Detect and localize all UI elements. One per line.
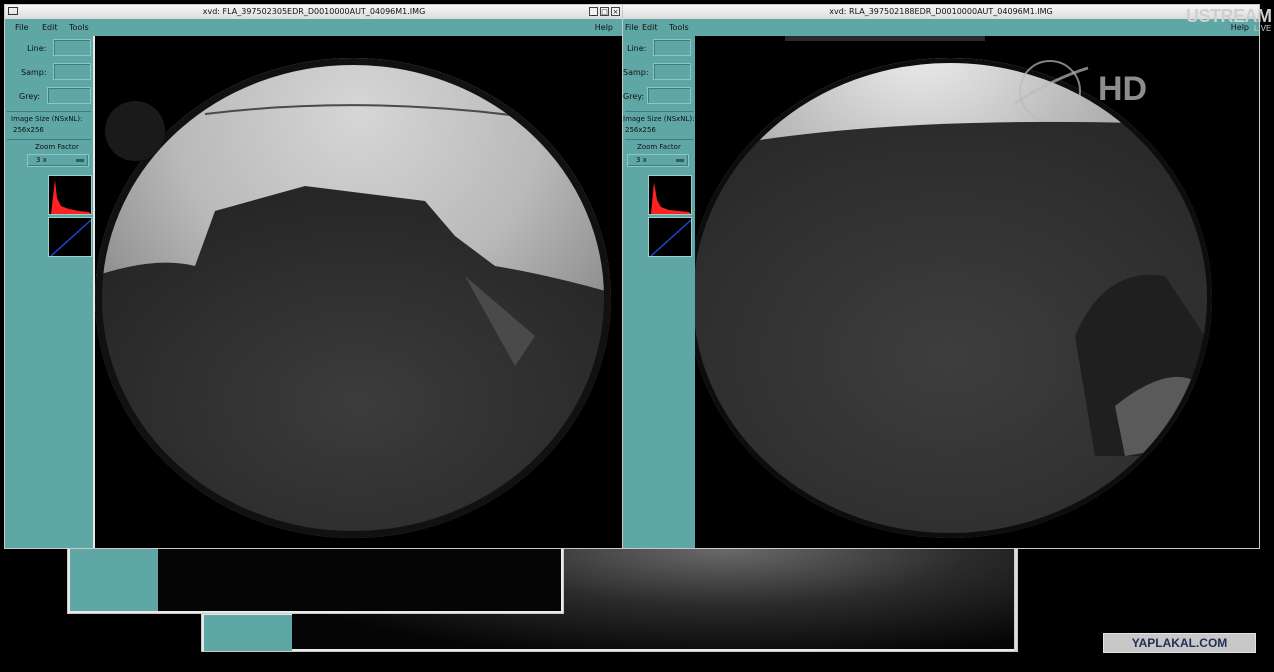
menu-file[interactable]: File xyxy=(625,19,638,36)
panel-divider xyxy=(7,139,91,140)
menu-bar: File Edit Tools Help xyxy=(5,19,623,36)
image-size-label: Image Size (NSxNL): xyxy=(623,115,695,123)
menu-help[interactable]: Help xyxy=(595,19,613,36)
chevron-down-icon xyxy=(676,159,684,162)
histogram-chart-icon xyxy=(651,182,691,214)
stretch-curve-display xyxy=(48,217,92,257)
menu-edit[interactable]: Edit xyxy=(42,19,58,36)
grey-field[interactable] xyxy=(647,87,691,104)
samp-field[interactable] xyxy=(653,63,691,80)
window-controls: _ □ × xyxy=(587,7,620,17)
menu-tools[interactable]: Tools xyxy=(669,19,689,36)
window-title-bar[interactable]: xvd: RLA_397502188EDR_D0010000AUT_04096M… xyxy=(623,5,1259,20)
histogram-chart-icon xyxy=(51,180,91,214)
zoom-factor-value: 3 x xyxy=(36,156,47,164)
image-size-value: 256x256 xyxy=(13,126,44,134)
panel-divider xyxy=(7,111,91,112)
background-window-1-viewport xyxy=(158,549,561,611)
samp-field[interactable] xyxy=(53,63,91,80)
line-field[interactable] xyxy=(653,39,691,56)
maximize-icon[interactable]: □ xyxy=(600,7,609,16)
yaplakal-watermark: YAPLAKAL.COM xyxy=(1103,633,1256,653)
line-field[interactable] xyxy=(53,39,91,56)
nasa-logo-icon xyxy=(1014,60,1089,122)
chevron-down-icon xyxy=(76,159,84,162)
close-icon[interactable]: × xyxy=(611,7,620,16)
background-window-2-panel xyxy=(204,615,292,651)
grey-label: Grey: xyxy=(19,92,41,101)
image-size-label: Image Size (NSxNL): xyxy=(11,115,83,123)
background-window-1[interactable] xyxy=(67,548,564,614)
window-title: xvd: FLA_397502305EDR_D0010000AUT_04096M… xyxy=(202,7,426,16)
menu-edit[interactable]: Edit xyxy=(642,19,658,36)
line-label: Line: xyxy=(27,44,47,53)
control-panel: Line: Samp: Grey: Image Size (NSxNL): 25… xyxy=(5,36,93,548)
samp-label: Samp: xyxy=(623,68,649,77)
line-label: Line: xyxy=(627,44,647,53)
grey-field[interactable] xyxy=(47,87,91,104)
window-title-bar[interactable]: xvd: FLA_397502305EDR_D0010000AUT_04096M… xyxy=(5,5,623,20)
minimize-icon[interactable]: _ xyxy=(589,7,598,16)
xvd-window-front-camera[interactable]: xvd: FLA_397502305EDR_D0010000AUT_04096M… xyxy=(4,4,624,549)
menu-tools[interactable]: Tools xyxy=(69,19,89,36)
zoom-factor-select[interactable]: 3 x xyxy=(627,154,689,167)
window-menu-icon[interactable] xyxy=(8,7,18,15)
stretch-curve-display xyxy=(648,217,692,257)
ustream-live-label: LIVE xyxy=(1254,24,1272,33)
stretch-curve-icon xyxy=(50,219,91,256)
control-panel: Line: Samp: Grey: Image Size (NSxNL): 25… xyxy=(623,36,695,548)
grey-label: Grey: xyxy=(623,92,645,101)
menu-bar: File Edit Tools Help xyxy=(623,19,1259,36)
stretch-curve-icon xyxy=(650,219,691,256)
zoom-factor-label: Zoom Factor xyxy=(637,143,681,151)
zoom-factor-value: 3 x xyxy=(636,156,647,164)
rear-hazcam-image xyxy=(695,36,1259,548)
hd-badge: HD xyxy=(1098,70,1148,108)
zoom-factor-label: Zoom Factor xyxy=(35,143,79,151)
samp-label: Samp: xyxy=(21,68,47,77)
panel-divider xyxy=(625,111,693,112)
image-viewport[interactable] xyxy=(95,36,623,548)
menu-file[interactable]: File xyxy=(15,19,28,36)
background-window-1-panel xyxy=(70,549,158,611)
histogram-display xyxy=(48,175,92,215)
xvd-window-rear-camera[interactable]: xvd: RLA_397502188EDR_D0010000AUT_04096M… xyxy=(622,4,1260,549)
front-hazcam-image xyxy=(95,36,623,548)
window-title: xvd: RLA_397502188EDR_D0010000AUT_04096M… xyxy=(829,7,1053,16)
panel-divider xyxy=(625,139,693,140)
histogram-display xyxy=(648,175,692,215)
image-size-value: 256x256 xyxy=(625,126,656,134)
zoom-factor-select[interactable]: 3 x xyxy=(27,154,89,167)
image-viewport[interactable] xyxy=(695,36,1259,548)
